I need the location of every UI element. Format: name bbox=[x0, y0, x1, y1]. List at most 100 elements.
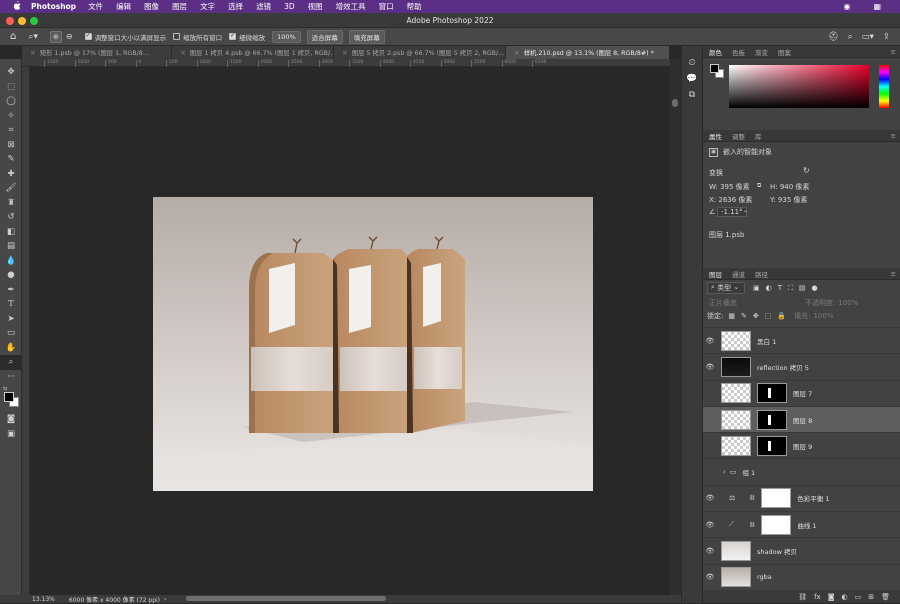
brush-tool-icon[interactable]: 🖌 bbox=[0, 181, 22, 196]
delete-layer-icon[interactable]: 🗑 bbox=[881, 593, 890, 601]
tab-doc-2[interactable]: × 图层 1 拷贝 4.psb @ 66.7% (图层 1 拷贝, RGB/... bbox=[172, 46, 334, 59]
pen-tool-icon[interactable]: ✒ bbox=[0, 283, 22, 298]
link-layers-icon[interactable]: ⛓ bbox=[798, 593, 807, 601]
share-doc-icon[interactable]: ⇪ bbox=[883, 32, 890, 42]
layer-filter-select[interactable]: ⌕ 类型 ⌄ bbox=[707, 282, 745, 294]
frame-tool-icon[interactable]: ⊠ bbox=[0, 138, 22, 153]
menu-help[interactable]: 帮助 bbox=[407, 1, 422, 12]
eye-icon[interactable]: 👁 bbox=[703, 521, 717, 529]
filter-type-icon[interactable]: T bbox=[778, 284, 782, 293]
tab-paths[interactable]: 路径 bbox=[755, 269, 768, 279]
vertical-scrollbar[interactable] bbox=[670, 59, 681, 595]
search-icon[interactable]: ⌕ bbox=[848, 32, 853, 42]
workspace-icon[interactable]: ▭▾ bbox=[862, 32, 874, 42]
clone-stamp-tool-icon[interactable]: ♜ bbox=[0, 196, 22, 211]
history-panel-icon[interactable]: ⏲ bbox=[682, 58, 702, 68]
y-field[interactable]: Y: 935 像素 bbox=[770, 195, 808, 205]
comments-panel-icon[interactable]: 💬 bbox=[682, 74, 702, 84]
eye-icon[interactable]: 👁 bbox=[703, 363, 717, 371]
filter-smart-object-icon[interactable]: ▤ bbox=[799, 284, 806, 293]
zoom-in-icon[interactable]: ⊕ bbox=[49, 30, 62, 43]
tab-doc-3[interactable]: × 图层 5 拷贝 2.psb @ 66.7% (图层 5 拷贝 2, RGB/.… bbox=[334, 46, 506, 59]
layer-row[interactable]: 👁 shadow 拷贝 bbox=[703, 538, 900, 565]
opacity-field[interactable]: 100% bbox=[838, 299, 858, 307]
zoom-tool-preset-icon[interactable]: ⌕▾ bbox=[28, 32, 38, 42]
new-adjustment-icon[interactable]: ◐ bbox=[842, 593, 848, 601]
type-tool-icon[interactable]: T bbox=[0, 297, 22, 312]
zoom-tool-icon[interactable]: ⌕ bbox=[0, 355, 22, 370]
x-field[interactable]: X: 2636 像素 bbox=[709, 195, 752, 205]
eye-icon[interactable]: 👁 bbox=[703, 494, 717, 502]
filter-pixel-icon[interactable]: ▣ bbox=[753, 284, 760, 293]
menu-view[interactable]: 视图 bbox=[308, 1, 323, 12]
resize-windows-checkbox[interactable]: 调整窗口大小以满屏显示 bbox=[84, 32, 166, 42]
menu-edit[interactable]: 编辑 bbox=[116, 1, 131, 12]
chain-icon[interactable]: ⛓ bbox=[749, 495, 755, 501]
canvas-area[interactable] bbox=[30, 67, 670, 595]
panel-menu-icon[interactable]: ≡ bbox=[891, 270, 896, 278]
magic-wand-tool-icon[interactable]: ✧ bbox=[0, 109, 22, 124]
close-window-button[interactable] bbox=[6, 16, 14, 25]
marquee-tool-icon[interactable]: ⬚ bbox=[0, 80, 22, 95]
menu-filter[interactable]: 滤镜 bbox=[256, 1, 271, 12]
close-tab-icon[interactable]: × bbox=[180, 49, 186, 57]
document-canvas[interactable] bbox=[30, 67, 670, 595]
filter-shape-icon[interactable]: ⛶ bbox=[788, 284, 793, 293]
tab-doc-1[interactable]: × 矩形 1.psb @ 17% (图层 1, RGB/8... bbox=[22, 46, 172, 59]
layer-mask-thumbnail[interactable] bbox=[761, 514, 792, 535]
layer-row[interactable]: 👁 ⟋ ⛓ 曲线 1 bbox=[703, 512, 900, 539]
zoom-level[interactable]: 13.13% bbox=[32, 596, 55, 603]
layer-row[interactable]: 👁 黑白 1 bbox=[703, 328, 900, 355]
zoom-window-button[interactable] bbox=[30, 16, 38, 25]
rectangle-tool-icon[interactable]: ▭ bbox=[0, 326, 22, 341]
path-selection-tool-icon[interactable]: ➤ bbox=[0, 312, 22, 327]
filter-adjustment-icon[interactable]: ◐ bbox=[766, 284, 772, 293]
lasso-tool-icon[interactable]: ◯ bbox=[0, 94, 22, 109]
zoom-100-button[interactable]: 100% bbox=[272, 30, 301, 43]
close-tab-icon[interactable]: × bbox=[342, 49, 348, 57]
healing-brush-tool-icon[interactable]: ✚ bbox=[0, 167, 22, 182]
panel-menu-icon[interactable]: ≡ bbox=[891, 48, 896, 56]
status-arrow-icon[interactable]: › bbox=[164, 596, 166, 603]
layer-row[interactable]: 图层 8 bbox=[703, 406, 900, 434]
blur-tool-icon[interactable]: 💧 bbox=[0, 254, 22, 269]
layer-style-icon[interactable]: fx bbox=[814, 593, 821, 601]
apple-icon[interactable] bbox=[13, 1, 21, 12]
chain-icon[interactable]: ⛓ bbox=[749, 522, 755, 528]
more-tools-icon[interactable]: ··· bbox=[0, 370, 22, 385]
learn-panel-icon[interactable]: ⧉ bbox=[682, 90, 702, 100]
document-info[interactable]: 6000 像素 x 4000 像素 (72 ppi) bbox=[69, 595, 160, 604]
link-icon[interactable]: ⧉ bbox=[757, 182, 761, 190]
hand-tool-icon[interactable]: ✋ bbox=[0, 341, 22, 356]
gradient-tool-icon[interactable]: ▤ bbox=[0, 239, 22, 254]
cc-icon[interactable]: ◉ bbox=[843, 2, 850, 11]
layer-mask-thumbnail[interactable] bbox=[757, 409, 787, 430]
layer-row[interactable]: 图层 7 bbox=[703, 381, 900, 407]
lock-artboard-icon[interactable]: ⬚ bbox=[765, 312, 772, 320]
tab-layers[interactable]: 图层 bbox=[709, 269, 722, 279]
menu-select[interactable]: 选择 bbox=[228, 1, 243, 12]
blend-mode-select[interactable]: 正片叠底 bbox=[709, 298, 769, 308]
tab-adjustments[interactable]: 调整 bbox=[732, 131, 745, 141]
chevron-right-icon[interactable]: › bbox=[723, 468, 726, 476]
filter-toggle-icon[interactable]: ● bbox=[812, 284, 818, 293]
history-brush-tool-icon[interactable]: ↺ bbox=[0, 210, 22, 225]
menu-3d[interactable]: 3D bbox=[284, 2, 295, 11]
tab-libraries[interactable]: 库 bbox=[755, 131, 762, 141]
layer-mask-thumbnail[interactable] bbox=[761, 488, 792, 509]
eyedropper-tool-icon[interactable]: ✎ bbox=[0, 152, 22, 167]
home-icon[interactable]: ⌂ bbox=[10, 31, 16, 42]
menu-file[interactable]: 文件 bbox=[88, 1, 103, 12]
fill-screen-button[interactable]: 填充屏幕 bbox=[348, 29, 385, 44]
angle-dropdown-icon[interactable]: ⌄ bbox=[743, 207, 748, 214]
tab-swatches[interactable]: 色板 bbox=[732, 47, 745, 57]
minimize-window-button[interactable] bbox=[18, 16, 26, 25]
new-group-icon[interactable]: ▭ bbox=[855, 593, 862, 601]
menu-image[interactable]: 图像 bbox=[144, 1, 159, 12]
fill-field[interactable]: 100% bbox=[813, 312, 833, 320]
zoom-all-checkbox[interactable]: 缩放所有窗口 bbox=[173, 32, 222, 42]
eye-icon[interactable]: 👁 bbox=[703, 547, 717, 555]
lock-image-icon[interactable]: ✎ bbox=[741, 312, 747, 320]
horizontal-scroll-thumb[interactable] bbox=[186, 596, 386, 601]
lock-transparency-icon[interactable]: ▦ bbox=[728, 312, 735, 320]
